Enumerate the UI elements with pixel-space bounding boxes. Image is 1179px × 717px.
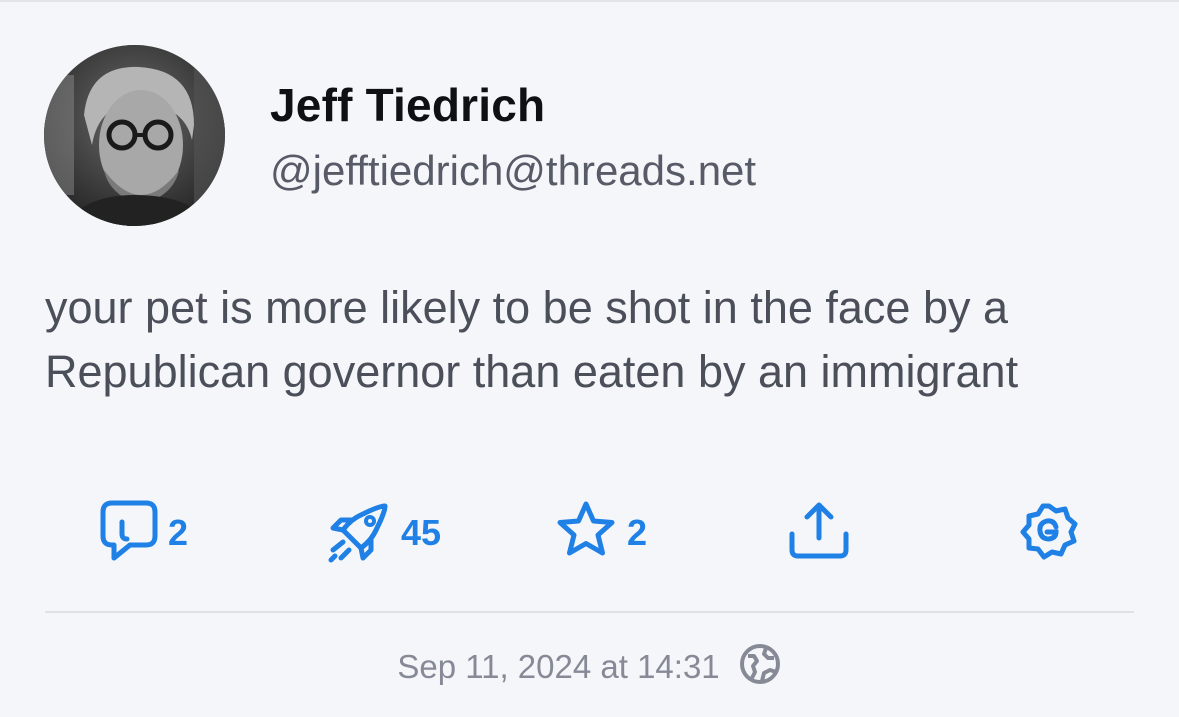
favorite-count: 2: [627, 512, 648, 553]
favorite-button[interactable]: 2: [553, 500, 647, 566]
reply-count: 2: [168, 512, 189, 553]
boost-count: 45: [401, 512, 442, 553]
reply-icon: [98, 498, 160, 569]
boost-button[interactable]: 45: [327, 500, 441, 566]
globe-icon: [738, 642, 782, 691]
avatar[interactable]: [44, 45, 225, 226]
post-meta: Sep 11, 2024 at 14:31: [0, 642, 1179, 691]
top-border: [0, 0, 1179, 2]
fediverse-button[interactable]: [1018, 500, 1080, 566]
share-icon: [786, 498, 852, 569]
action-bar: 2 45 2: [0, 500, 1179, 570]
divider: [45, 611, 1134, 613]
author-name[interactable]: Jeff Tiedrich: [270, 78, 545, 132]
reply-button[interactable]: 2: [98, 500, 188, 566]
post-text: your pet is more likely to be shot in th…: [45, 282, 1019, 397]
share-button[interactable]: [786, 500, 852, 566]
rocket-icon: [327, 498, 393, 569]
star-icon: [553, 498, 619, 569]
author-handle[interactable]: @jefftiedrich@threads.net: [270, 147, 756, 195]
fediverse-icon: [1018, 500, 1080, 567]
timestamp[interactable]: Sep 11, 2024 at 14:31: [397, 648, 719, 686]
